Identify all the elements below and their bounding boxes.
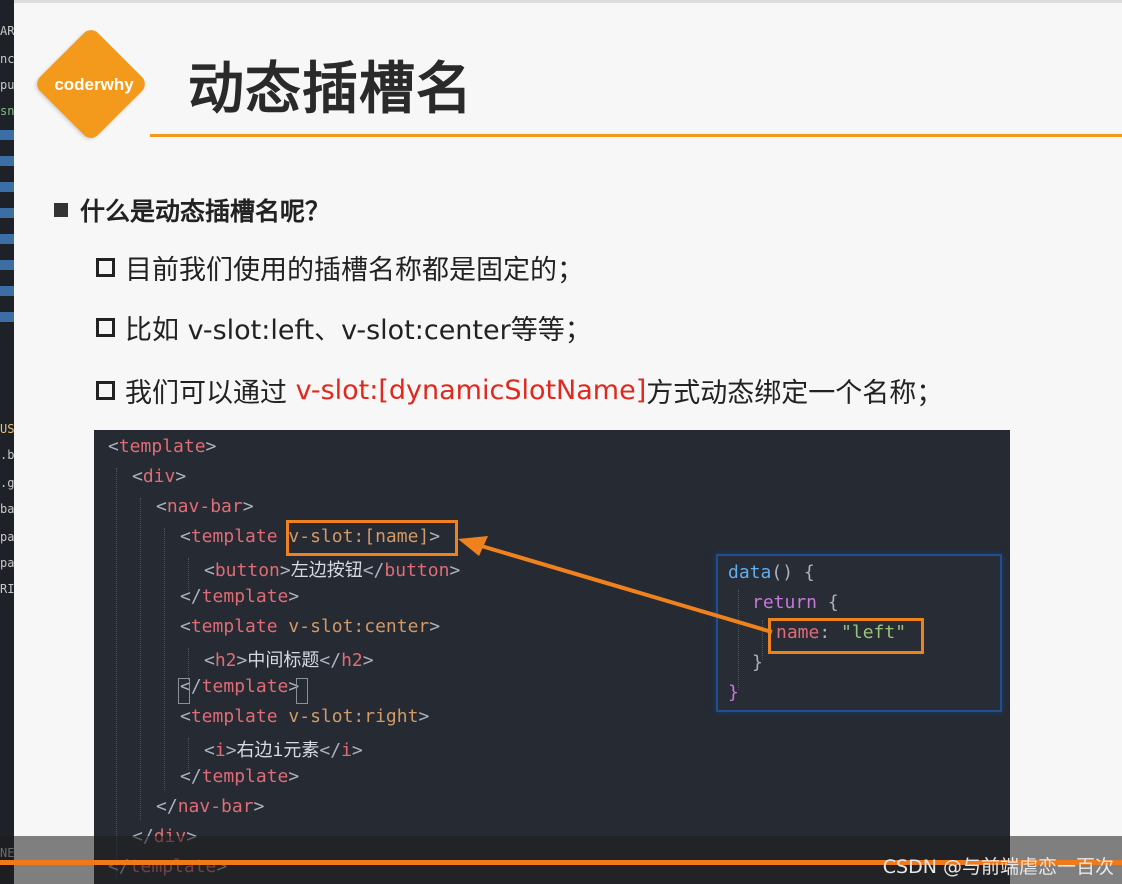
arrow-head-icon <box>458 536 488 556</box>
pointer-arrow <box>458 536 773 634</box>
watermark: CSDN @与前端虐恋一百次 <box>882 856 1114 878</box>
arrow-line <box>477 543 773 634</box>
